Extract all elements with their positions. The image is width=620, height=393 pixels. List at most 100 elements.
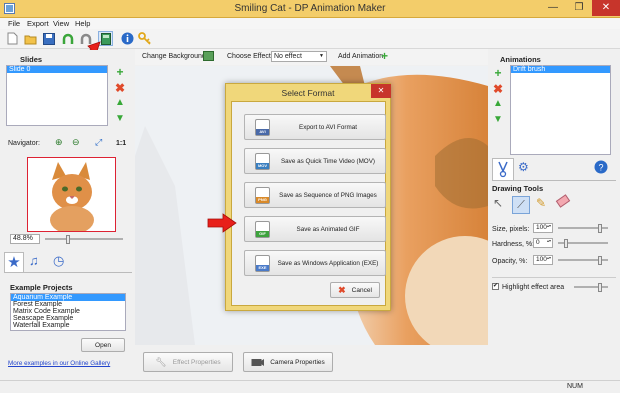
clock-tab-icon[interactable]: ◷ <box>53 253 64 269</box>
restore-button[interactable]: ❐ <box>566 0 592 16</box>
animation-up-icon[interactable]: ▲ <box>492 98 504 110</box>
slide-item[interactable]: Slide 0 <box>7 66 107 73</box>
add-animation-side-icon[interactable]: + <box>492 67 504 79</box>
undo-icon[interactable] <box>60 31 75 46</box>
highlight-slider-thumb[interactable] <box>598 283 602 292</box>
zoom-in-icon[interactable]: ⊕ <box>55 137 63 148</box>
menu-bar: File Export View Help <box>0 18 620 29</box>
highlight-checkbox[interactable]: ✔ <box>492 283 499 290</box>
menu-help[interactable]: Help <box>75 19 90 28</box>
help-icon[interactable]: ? <box>594 160 608 174</box>
add-animation-icon[interactable]: + <box>381 49 388 63</box>
opacity-label: Opacity, %: <box>492 258 528 265</box>
chevron-down-icon: ▼ <box>319 53 324 59</box>
add-slide-icon[interactable]: + <box>114 66 126 78</box>
animation-down-icon[interactable]: ▼ <box>492 114 504 126</box>
hardness-field[interactable]: 0 <box>533 238 553 248</box>
left-panel: Slides Slide 0 + ✖ ▲ ▼ Navigator: ⊕ ⊖ ⤢ … <box>0 50 135 380</box>
tools-divider <box>492 277 616 278</box>
hardness-slider-thumb[interactable] <box>564 239 568 248</box>
move-up-icon[interactable]: ▲ <box>114 97 126 109</box>
highlight-label: Highlight effect area <box>502 284 565 291</box>
right-panel: Animations + ✖ ▲ ▼ Drift brush ⚙ ? Drawi… <box>488 50 620 380</box>
save-mov-button[interactable]: MOV Save as Quick Time Video (MOV) <box>244 148 386 174</box>
select-pointer-icon[interactable]: ↖ <box>493 196 503 210</box>
animation-item[interactable]: Drift brush <box>511 66 610 73</box>
project-item[interactable]: Matrix Code Example <box>11 308 125 315</box>
export-avi-button[interactable]: AVI Export to AVI Format <box>244 114 386 140</box>
menu-export[interactable]: Export <box>27 19 49 28</box>
zoom-out-icon[interactable]: ⊖ <box>72 137 80 148</box>
window-title: Smiling Cat - DP Animation Maker <box>234 3 386 14</box>
menu-file[interactable]: File <box>8 19 20 28</box>
opacity-field[interactable]: 100 <box>533 255 553 265</box>
wrench-icon: 🔧︎ <box>155 356 167 367</box>
open-folder-icon[interactable] <box>23 31 38 46</box>
online-gallery-link[interactable]: More examples in our Online Gallery <box>8 360 110 367</box>
png-badge: PNG <box>256 197 269 203</box>
cancel-x-icon: ✖ <box>338 284 346 295</box>
project-item[interactable]: Waterfall Example <box>11 322 125 329</box>
tab-divider-right <box>492 180 616 181</box>
tab-divider <box>4 272 132 273</box>
eraser-tool-icon[interactable] <box>555 194 571 208</box>
minimize-button[interactable]: — <box>540 0 566 16</box>
camera-properties-button[interactable]: Camera Properties <box>243 352 333 372</box>
save-animated-gif-button[interactable]: GIF Save as Animated GIF <box>244 216 386 242</box>
delete-animation-icon[interactable]: ✖ <box>492 83 504 95</box>
effect-select[interactable]: No effect ▼ <box>271 51 327 62</box>
gif-badge: GIF <box>256 231 269 237</box>
animations-list[interactable]: Drift brush <box>510 65 611 155</box>
cat-thumbnail <box>28 158 115 234</box>
camera-properties-label: Camera Properties <box>270 358 325 366</box>
navigator-label: Navigator: <box>8 140 40 147</box>
project-item[interactable]: Forest Example <box>11 301 125 308</box>
save-exe-button[interactable]: EXE Save as Windows Application (EXE) <box>244 250 386 276</box>
zoom-value-field[interactable]: 48.8% <box>10 234 40 244</box>
dialog-title: Select Format <box>281 88 335 98</box>
cancel-button[interactable]: ✖ Cancel <box>330 282 380 298</box>
open-project-button[interactable]: Open <box>81 338 125 352</box>
effects-tab-icon[interactable]: ⚙ <box>518 160 529 174</box>
dialog-close-button[interactable]: ✕ <box>371 84 391 98</box>
zoom-slider-thumb[interactable] <box>66 235 70 244</box>
brush-tab[interactable] <box>492 158 514 180</box>
animations-header: Animations <box>500 55 541 64</box>
choose-effect-label: Choose Effect: <box>227 53 273 60</box>
close-button[interactable]: ✕ <box>592 0 620 16</box>
delete-slide-icon[interactable]: ✖ <box>114 82 126 94</box>
zoom-slider[interactable] <box>45 238 123 240</box>
size-slider-thumb[interactable] <box>598 224 602 233</box>
info-icon[interactable] <box>120 31 135 46</box>
example-projects-list[interactable]: Aquarium Example Forest Example Matrix C… <box>10 293 126 331</box>
project-item[interactable]: Seascape Example <box>11 315 125 322</box>
highlight-slider[interactable] <box>574 286 608 288</box>
ratio-button[interactable]: 1:1 <box>116 140 126 147</box>
new-file-icon[interactable] <box>5 31 20 46</box>
exe-badge: EXE <box>256 265 269 271</box>
menu-view[interactable]: View <box>53 19 69 28</box>
opacity-slider-thumb[interactable] <box>598 256 602 265</box>
save-gif-label: Save as Animated GIF <box>296 225 360 233</box>
save-png-sequence-button[interactable]: PNG Save as Sequence of PNG Images <box>244 182 386 208</box>
change-background-button[interactable]: Change Background <box>142 53 206 60</box>
music-tab-icon[interactable]: ♫ <box>29 253 39 268</box>
dialog-body: AVI Export to AVI Format MOV Save as Qui… <box>231 101 386 306</box>
background-image-icon[interactable] <box>203 51 214 61</box>
move-down-icon[interactable]: ▼ <box>114 113 126 125</box>
pencil-tool-icon[interactable]: ✎ <box>536 196 546 210</box>
fit-to-window-icon[interactable]: ⤢ <box>95 137 102 148</box>
navigator-preview[interactable] <box>27 157 116 234</box>
key-icon[interactable] <box>137 31 152 46</box>
save-icon[interactable] <box>41 31 56 46</box>
slides-list[interactable]: Slide 0 <box>6 65 108 126</box>
effect-properties-button[interactable]: 🔧︎ Effect Properties <box>143 352 233 372</box>
star-tab-icon[interactable]: ★ <box>4 252 24 272</box>
add-animation-button[interactable]: Add Animation <box>338 53 383 60</box>
brush-tool-icon[interactable]: ⟋ <box>512 196 530 214</box>
png-file-icon: PNG <box>255 187 270 204</box>
gif-file-icon: GIF <box>255 221 270 238</box>
project-item[interactable]: Aquarium Example <box>11 294 125 301</box>
effect-select-value: No effect <box>274 53 302 60</box>
size-field[interactable]: 100 <box>533 223 553 233</box>
